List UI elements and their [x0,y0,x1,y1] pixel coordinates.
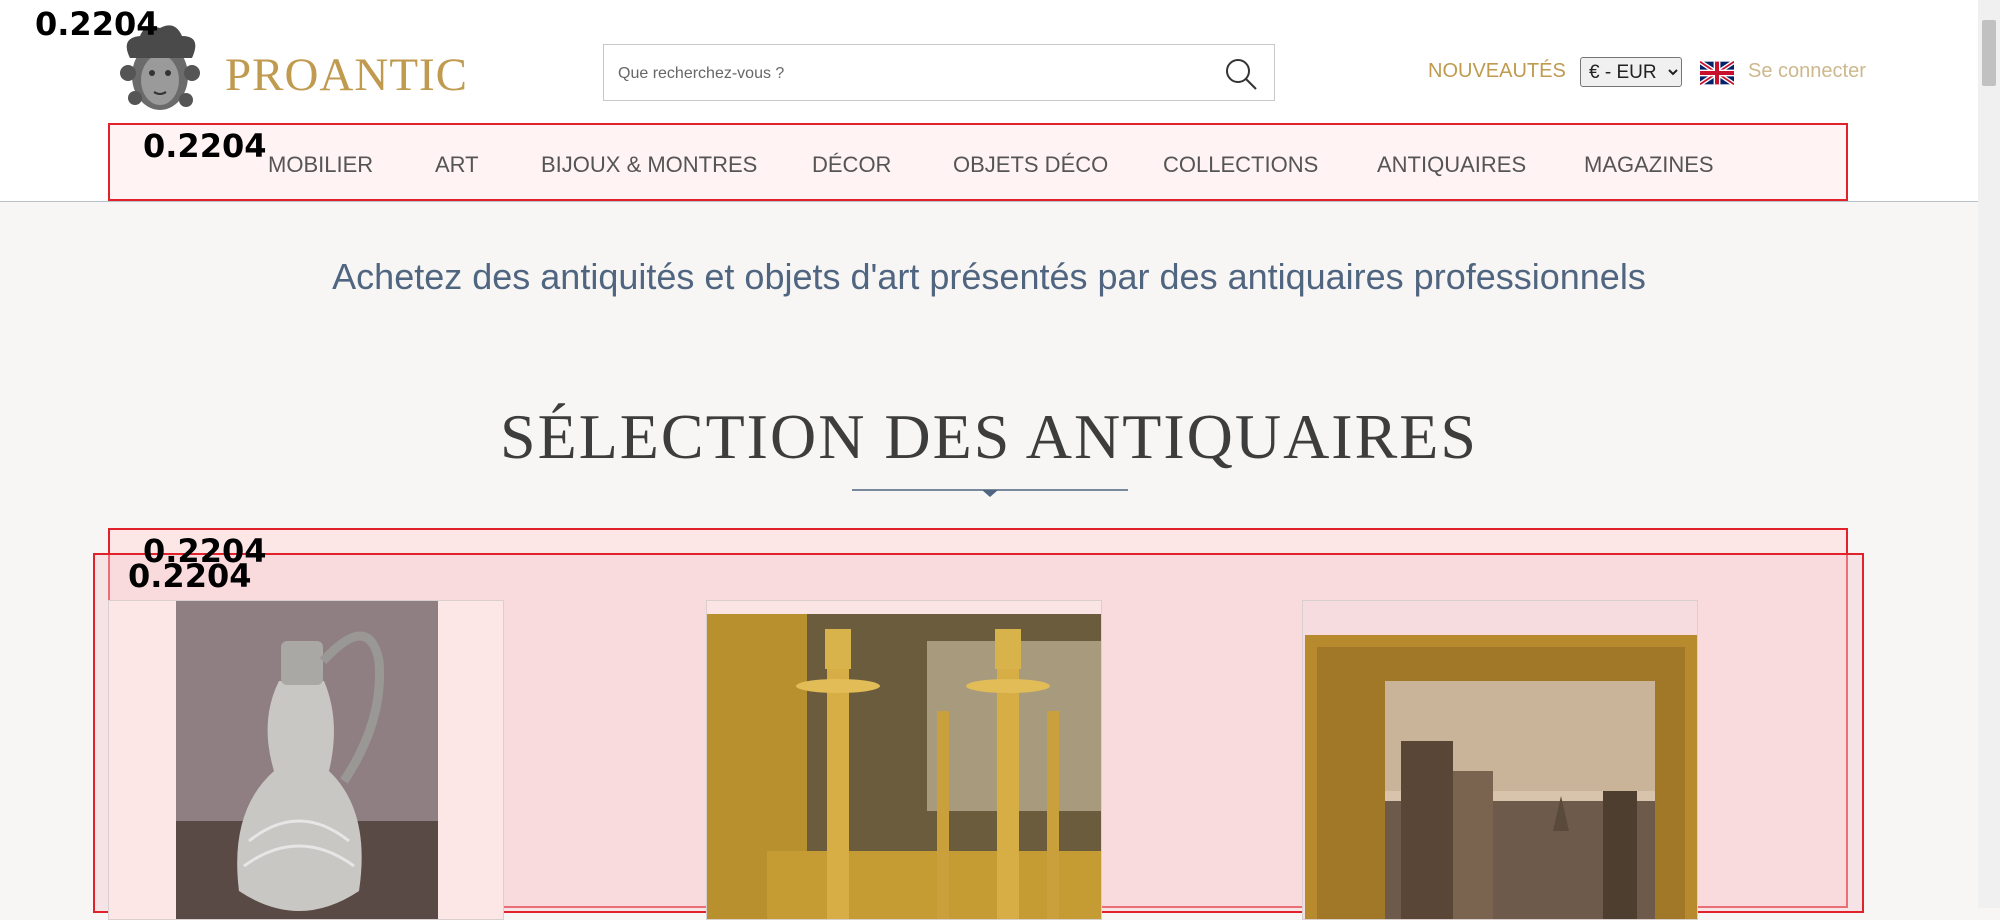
search-icon[interactable] [1224,57,1258,91]
site-logo-text[interactable]: PROANTIC [225,48,468,102]
framed-painting-image[interactable] [1303,601,1698,920]
detection-score-nav: 0.2204 [143,127,267,165]
product-card[interactable] [1302,600,1698,920]
page-tagline: Achetez des antiquités et objets d'art p… [332,256,1646,297]
nav-item-mobilier[interactable]: MOBILIER [268,152,373,178]
login-link[interactable]: Se connecter [1748,60,1866,83]
nav-item-antiquaires[interactable]: ANTIQUAIRES [1377,152,1526,178]
nav-item-collections[interactable]: COLLECTIONS [1163,152,1318,178]
page-scrollbar[interactable] [1978,0,2000,908]
product-card[interactable] [108,600,504,920]
uk-flag-icon[interactable] [1700,61,1734,85]
detection-score-selection-inner: 0.2204 [128,557,252,595]
product-card[interactable] [706,600,1102,920]
nouveautes-link[interactable]: NOUVEAUTÉS [1428,60,1566,83]
title-divider [852,489,1128,497]
nav-item-objets-deco[interactable]: OBJETS DÉCO [953,152,1108,178]
scrollbar-thumb[interactable] [1982,20,1996,86]
detection-score-logo: 0.2204 [35,5,159,43]
section-title: SÉLECTION DES ANTIQUAIRES [500,401,1478,472]
currency-select[interactable]: € - EUR [1580,57,1682,87]
nav-item-decor[interactable]: DÉCOR [812,152,891,178]
nav-item-art[interactable]: ART [435,152,479,178]
search-input[interactable] [616,45,1200,102]
silver-ewer-image[interactable] [109,601,504,920]
gilt-candlesticks-image[interactable] [707,601,1102,920]
nav-item-bijoux-montres[interactable]: BIJOUX & MONTRES [541,152,757,178]
nav-item-magazines[interactable]: MAGAZINES [1584,152,1714,178]
search-bar [603,44,1275,102]
